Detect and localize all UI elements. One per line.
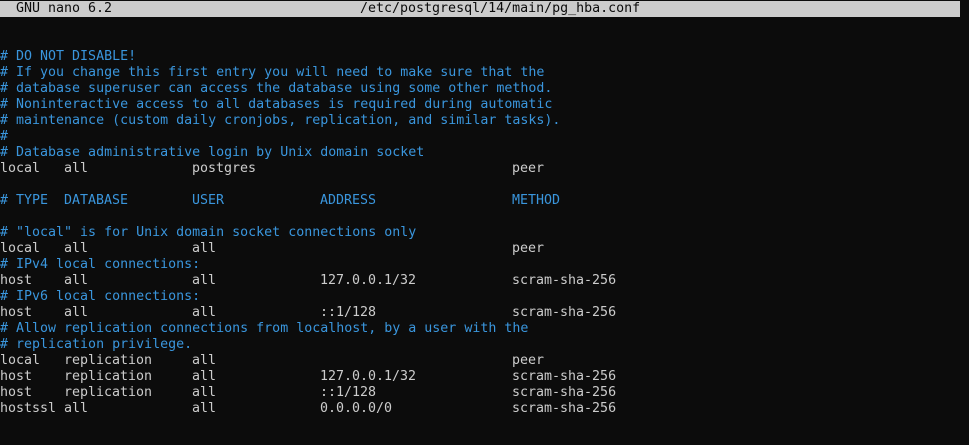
column-header-line: # TYPE DATABASE USER ADDRESS METHOD (0, 193, 969, 209)
comment-line: # IPv6 local connections: (0, 289, 201, 304)
file-path: /etc/postgresql/14/main/pg_hba.conf (360, 1, 641, 16)
entry-type: hostssl (0, 401, 57, 416)
entry-type: local (0, 353, 41, 368)
entry-user: all (192, 369, 217, 384)
entry-type: host (0, 369, 33, 384)
entry-user: all (192, 305, 217, 320)
entry-database: all (64, 401, 89, 416)
entry-user: all (192, 241, 217, 256)
entry-database: replication (64, 353, 153, 368)
entry-method: scram-sha-256 (512, 385, 617, 400)
entry-address: ::1/128 (320, 385, 377, 400)
comment-line: # Noninteractive access to all databases… (0, 97, 553, 112)
entry-address: 0.0.0.0/0 (320, 401, 393, 416)
comment-line: # maintenance (custom daily cronjobs, re… (0, 113, 561, 128)
editor-name: GNU nano 6.2 (16, 1, 113, 16)
entry-database: all (64, 241, 89, 256)
config-entry-line: local all all peer (0, 241, 969, 257)
config-entry-line: local replication all peer (0, 353, 969, 369)
entry-user: all (192, 273, 217, 288)
entry-method: scram-sha-256 (512, 369, 617, 384)
comment-line: # Allow replication connections from loc… (0, 321, 529, 336)
entry-method: peer (512, 161, 545, 176)
config-entry-line: host all all::1/128 scram-sha-256 (0, 305, 969, 321)
config-entry-line: host replication all 127.0.0.1/32 scram-sha-… (0, 369, 969, 385)
entry-address: 127.0.0.1/32 (320, 273, 417, 288)
entry-method: METHOD (512, 193, 561, 208)
comment-line: # Database administrative login by Unix … (0, 145, 425, 160)
entry-address: ::1/128 (320, 305, 377, 320)
editor-buffer[interactable]: # DO NOT DISABLE! # If you change this fi… (0, 49, 969, 417)
config-entry-line: local all postgres peer (0, 161, 969, 177)
entry-method: peer (512, 241, 545, 256)
comment-line: # replication privilege. (0, 337, 193, 352)
entry-user: all (192, 401, 217, 416)
entry-type: host (0, 385, 33, 400)
entry-method: scram-sha-256 (512, 273, 617, 288)
entry-type: # TYPE (0, 193, 49, 208)
entry-method: peer (512, 353, 545, 368)
entry-user: all (192, 353, 217, 368)
comment-line: # (0, 129, 9, 144)
comment-line: # IPv4 local connections: (0, 257, 201, 272)
nano-title-bar: GNU nano 6.2 /etc/postgresql/14/main/pg_… (0, 1, 960, 17)
entry-type: local (0, 241, 41, 256)
entry-address: 127.0.0.1/32 (320, 369, 417, 384)
entry-method: scram-sha-256 (512, 305, 617, 320)
comment-line: # database superuser can access the data… (0, 81, 553, 96)
entry-method: scram-sha-256 (512, 401, 617, 416)
comment-line: # If you change this first entry you wil… (0, 65, 545, 80)
entry-type: host (0, 273, 33, 288)
entry-database: all (64, 273, 89, 288)
config-entry-line: hostssl all all 0.0.0.0/0 scram-sha-256 (0, 401, 969, 417)
entry-type: local (0, 161, 41, 176)
entry-address: ADDRESS (320, 193, 377, 208)
entry-user: postgres (192, 161, 257, 176)
config-entry-line: host all all 127.0.0.1/32 scram-sha-256 (0, 273, 969, 289)
entry-database: all (64, 161, 89, 176)
entry-user: USER (192, 193, 225, 208)
config-entry-line: host replication all::1/128 scram-sha-256 (0, 385, 969, 401)
entry-database: DATABASE (64, 193, 129, 208)
entry-database: all (64, 305, 89, 320)
entry-database: replication (64, 385, 153, 400)
entry-user: all (192, 385, 217, 400)
entry-type: host (0, 305, 33, 320)
comment-line: # DO NOT DISABLE! (0, 49, 137, 64)
comment-line: # "local" is for Unix domain socket conn… (0, 225, 417, 240)
entry-database: replication (64, 369, 153, 384)
